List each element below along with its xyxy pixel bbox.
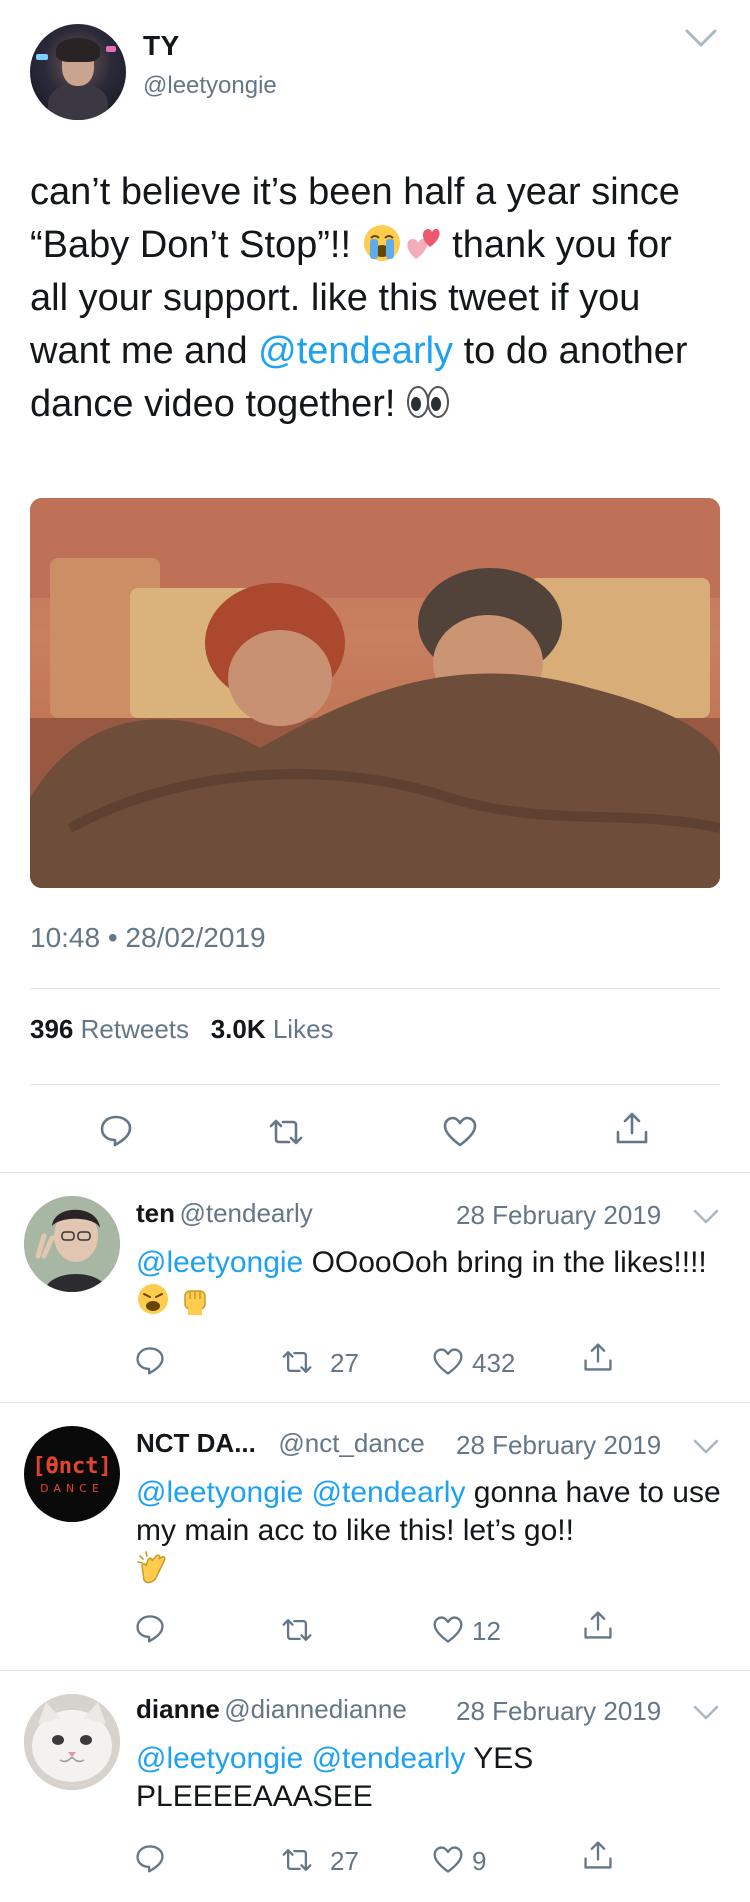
reply-text: @leetyongie OOooOoh bring in the likes!!… xyxy=(136,1244,726,1320)
raised-fist-emoji-icon xyxy=(184,1290,207,1315)
avatar[interactable] xyxy=(24,1694,120,1790)
engagement-stats: 396 Retweets 3.0K Likes xyxy=(30,1014,334,1045)
like-count: 12 xyxy=(472,1616,501,1646)
avatar[interactable]: [ϴnct] DANCE xyxy=(24,1426,120,1522)
share-icon[interactable] xyxy=(582,1838,614,1872)
retweet-count: 27 xyxy=(330,1348,359,1378)
retweet-icon[interactable] xyxy=(268,1114,304,1150)
retweets-stat[interactable]: 396 Retweets xyxy=(30,1014,189,1044)
reply-author-handle[interactable]: @diannedianne xyxy=(224,1694,407,1724)
tweet-text: can’t believe it’s been half a year sinc… xyxy=(30,171,688,425)
chevron-down-icon[interactable] xyxy=(683,26,719,50)
chevron-down-icon[interactable] xyxy=(692,1208,720,1226)
reply-date[interactable]: 28 February 2019 xyxy=(456,1200,661,1231)
divider xyxy=(0,1402,750,1403)
reply-text: @leetyongie @tendearly YES PLEEEEAAASEE xyxy=(136,1742,534,1813)
likes-stat[interactable]: 3.0K Likes xyxy=(211,1014,334,1044)
reply-author-handle[interactable]: @tendearly xyxy=(179,1198,312,1228)
share-icon[interactable] xyxy=(582,1608,614,1642)
reply-date[interactable]: 28 February 2019 xyxy=(456,1696,661,1727)
reply-text: @leetyongie @tendearly gonna have to use… xyxy=(136,1474,726,1590)
two-hearts-emoji-icon xyxy=(406,228,440,259)
mention-link[interactable]: @tendearly xyxy=(312,1476,466,1509)
like-count: 432 xyxy=(472,1348,516,1378)
chevron-down-icon[interactable] xyxy=(692,1704,720,1722)
divider xyxy=(30,1084,720,1085)
retweet-count: 27 xyxy=(330,1846,359,1876)
mention-link[interactable]: @leetyongie xyxy=(136,1476,303,1509)
divider xyxy=(0,1172,750,1173)
like-icon[interactable] xyxy=(432,1844,464,1876)
display-name[interactable]: TY xyxy=(143,30,180,62)
avatar[interactable] xyxy=(30,24,126,120)
like-icon[interactable] xyxy=(432,1346,464,1378)
divider xyxy=(0,1670,750,1671)
user-handle[interactable]: @leetyongie xyxy=(143,72,277,100)
crying-face-emoji-icon xyxy=(363,225,400,261)
reply-icon[interactable] xyxy=(134,1344,166,1376)
like-icon[interactable] xyxy=(442,1114,478,1150)
tweet-timestamp[interactable]: 10:48 • 28/02/2019 xyxy=(30,922,266,954)
reply-icon[interactable] xyxy=(98,1112,134,1148)
like-count: 9 xyxy=(472,1846,487,1876)
eyes-emoji-icon xyxy=(407,386,450,418)
share-icon[interactable] xyxy=(614,1110,650,1146)
reply-header: dianne @diannedianne xyxy=(136,1694,407,1725)
reply-author-name[interactable]: dianne xyxy=(136,1694,220,1724)
reply-icon[interactable] xyxy=(134,1612,166,1644)
tweet-photo[interactable] xyxy=(30,498,720,888)
divider xyxy=(30,988,720,989)
reply-header: NCT DA... @nct_dance xyxy=(136,1428,425,1459)
chevron-down-icon[interactable] xyxy=(692,1438,720,1456)
share-icon[interactable] xyxy=(582,1340,614,1374)
retweet-icon[interactable] xyxy=(280,1614,314,1646)
reply-header: ten @tendearly xyxy=(136,1198,313,1229)
avatar[interactable] xyxy=(24,1196,120,1292)
retweet-icon[interactable] xyxy=(280,1346,314,1378)
mention-link[interactable]: @leetyongie xyxy=(136,1742,303,1775)
like-icon[interactable] xyxy=(432,1614,464,1646)
mention-link[interactable]: @tendearly xyxy=(258,330,453,372)
mention-link[interactable]: @leetyongie xyxy=(136,1246,303,1279)
retweet-icon[interactable] xyxy=(280,1844,314,1876)
clapping-hands-emoji-icon xyxy=(137,1551,166,1584)
reply-author-name[interactable]: NCT DA... xyxy=(136,1428,256,1458)
reply-author-name[interactable]: ten xyxy=(136,1198,175,1228)
reply-date[interactable]: 28 February 2019 xyxy=(456,1430,661,1461)
reply-author-handle[interactable]: @nct_dance xyxy=(278,1428,424,1458)
reply-icon[interactable] xyxy=(134,1842,166,1874)
mention-link[interactable]: @tendearly xyxy=(312,1742,466,1775)
weary-face-emoji-icon xyxy=(138,1284,168,1314)
